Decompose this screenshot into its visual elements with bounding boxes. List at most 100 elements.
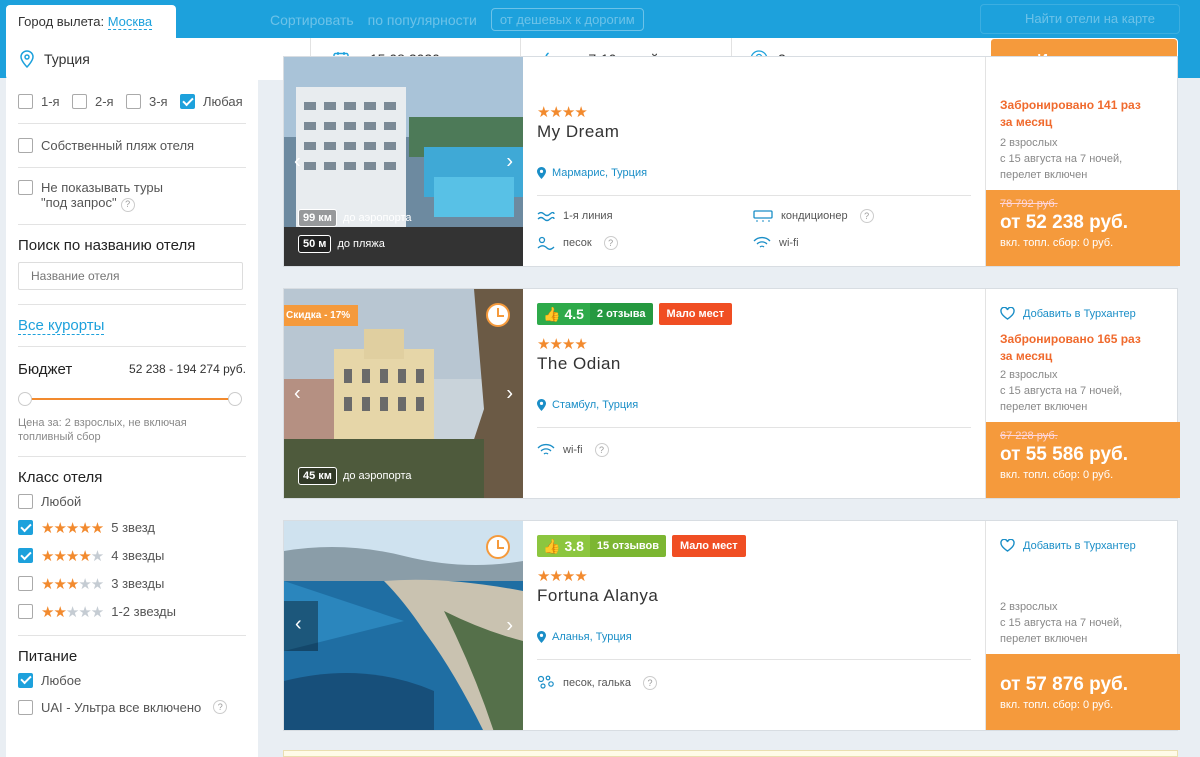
sort-order-option[interactable]: от дешевых к дорогим: [490, 8, 644, 31]
checkbox[interactable]: [18, 493, 33, 509]
hotel-location[interactable]: Мармарис, Турция: [537, 167, 647, 179]
help-icon[interactable]: ?: [859, 209, 874, 223]
food-any-option[interactable]: Любое: [18, 672, 246, 688]
budget-slider[interactable]: [18, 391, 246, 406]
hotel-name-input[interactable]: [18, 261, 243, 290]
travel-dates: с 15 августа на 7 ночей,: [1000, 153, 1123, 165]
all-resorts-link[interactable]: Все курорты: [18, 316, 105, 335]
hotel-name[interactable]: The Odian: [537, 354, 621, 374]
hotel-card[interactable]: ‹ › 99 км до аэропорта 50 м до пляжа ★★★★ …: [283, 56, 1180, 267]
no-request-filter[interactable]: Не показывать туры "под запрос"?: [18, 180, 246, 212]
line-option-any[interactable]: Любая: [180, 94, 243, 109]
line-option-2[interactable]: 2-я: [72, 94, 126, 109]
prev-photo-arrow[interactable]: ‹: [284, 601, 318, 651]
rating-score: 3.8: [564, 538, 584, 554]
slider-min-handle[interactable]: [18, 391, 32, 406]
hotel-name[interactable]: Fortuna Alanya: [537, 586, 658, 606]
class-4-option[interactable]: ★★★★★ 4 звезды: [18, 547, 246, 565]
class-5-label: 5 звезд: [111, 520, 156, 535]
checkbox[interactable]: [18, 138, 33, 153]
help-icon[interactable]: ?: [642, 676, 657, 690]
travel-flight: перелет включен: [1000, 169, 1088, 181]
checkbox[interactable]: [72, 94, 87, 109]
few-places-badge: Мало мест: [658, 303, 733, 325]
line-option-label: 3-я: [149, 94, 168, 109]
class-any-option[interactable]: Любой: [18, 493, 246, 509]
stars-icon: ★★★★★: [41, 603, 104, 621]
stars-icon: ★★★★★: [41, 547, 104, 565]
food-title: Питание: [18, 647, 78, 665]
budget-note-line1: Цена за: 2 взрослых, не включая: [18, 416, 187, 429]
air-conditioner-icon: [753, 210, 773, 222]
class-12-option[interactable]: ★★★★★ 1-2 звезды: [18, 603, 246, 621]
help-icon[interactable]: ?: [120, 197, 135, 212]
location-pin-icon: [20, 50, 34, 68]
hotel-search-title: Поиск по названию отеля: [18, 236, 196, 254]
next-photo-arrow[interactable]: ›: [506, 382, 513, 405]
next-photo-arrow[interactable]: ›: [506, 614, 513, 637]
price-button[interactable]: 67 228 руб. от 55 586 руб. вкл. топл. сб…: [986, 422, 1180, 498]
food-uai-option[interactable]: UAI - Ультра все включено?: [18, 699, 246, 715]
travel-guests: 2 взрослых: [1000, 601, 1058, 613]
hotel-photo[interactable]: Скидка - 17% ‹ › 45 км до аэропорта: [284, 289, 523, 498]
airport-distance: 45 км до аэропорта: [298, 467, 411, 485]
hotel-photo[interactable]: ‹ › 99 км до аэропорта 50 м до пляжа: [284, 57, 523, 266]
checkbox[interactable]: [18, 699, 33, 715]
few-places-badge: Мало мест: [672, 535, 746, 557]
hotel-card[interactable]: Скидка - 17% ‹ › 45 км до аэропорта 👍 4.5 …: [283, 288, 1180, 499]
price-button[interactable]: от 57 876 руб. вкл. топл. сбор: 0 руб.: [986, 654, 1180, 730]
hotel-stars-icon: ★★★★: [537, 568, 588, 585]
hotel-info: 👍 3.8 15 отзывов Мало мест ★★★★ Fortuna A…: [523, 521, 985, 730]
hotel-info: 👍 4.5 2 отзыва Мало мест ★★★★ The Odian С…: [523, 289, 985, 498]
add-to-favorites-label: Добавить в Турхантер: [1023, 539, 1136, 552]
checkbox[interactable]: [126, 94, 141, 109]
food-uai-label: UAI - Ультра все включено: [41, 699, 202, 715]
hotel-location[interactable]: Стамбул, Турция: [537, 399, 638, 411]
checkbox[interactable]: [18, 94, 33, 109]
rating-badge[interactable]: 👍 4.5 2 отзыва: [537, 303, 653, 325]
map-search-label: Найти отели на карте: [1025, 11, 1155, 26]
rating-badge[interactable]: 👍 3.8 15 отзывов: [537, 535, 666, 557]
line-option-1[interactable]: 1-я: [18, 94, 72, 109]
checkbox[interactable]: [18, 180, 33, 195]
next-photo-arrow[interactable]: ›: [506, 150, 513, 173]
departure-city[interactable]: Город вылета: Москва: [6, 5, 176, 39]
checkbox-checked[interactable]: [18, 520, 33, 535]
map-search-button[interactable]: Найти отели на карте: [980, 4, 1180, 34]
heart-icon: [1000, 539, 1015, 552]
divider: [537, 195, 971, 196]
wifi-icon: [537, 443, 555, 455]
prev-photo-arrow[interactable]: ‹: [294, 382, 301, 405]
help-icon[interactable]: ?: [603, 236, 618, 250]
checkbox[interactable]: [18, 604, 33, 619]
fuel-fee: вкл. топл. сбор: 0 руб.: [1000, 237, 1114, 249]
price-button[interactable]: 78 792 руб. от 52 238 руб. вкл. топл. сб…: [986, 190, 1180, 266]
checkbox[interactable]: [18, 576, 33, 591]
prev-photo-arrow[interactable]: ‹: [294, 150, 301, 173]
checkbox-checked[interactable]: [18, 548, 33, 563]
slider-max-handle[interactable]: [228, 391, 242, 406]
checkbox-checked[interactable]: [180, 94, 195, 109]
beach-icon: [537, 236, 555, 250]
heart-icon: [1000, 307, 1015, 320]
class-3-option[interactable]: ★★★★★ 3 звезды: [18, 575, 246, 593]
own-beach-filter[interactable]: Собственный пляж отеля: [18, 138, 246, 153]
destination-field[interactable]: Турция: [6, 38, 311, 80]
checkbox-checked[interactable]: [18, 672, 33, 688]
class-5-option[interactable]: ★★★★★ 5 звезд: [18, 519, 246, 537]
departure-city-link[interactable]: Москва: [107, 14, 153, 30]
amenity-label: 1-я линия: [563, 210, 613, 222]
hotel-card[interactable]: ‹ › 👍 3.8 15 отзывов Мало мест ★★★★ Fortu…: [283, 520, 1180, 731]
line-option-3[interactable]: 3-я: [126, 94, 180, 109]
hotel-stars-icon: ★★★★: [537, 336, 588, 353]
help-icon[interactable]: ?: [594, 443, 609, 457]
line-option-label: Любая: [203, 94, 243, 109]
hotel-photo[interactable]: ‹ ›: [284, 521, 523, 730]
add-to-favorites[interactable]: Добавить в Турхантер: [1000, 307, 1136, 320]
hotel-location[interactable]: Аланья, Турция: [537, 631, 632, 643]
hotel-name[interactable]: My Dream: [537, 122, 619, 142]
rating-row: 👍 3.8 15 отзывов Мало мест: [537, 535, 746, 557]
help-icon[interactable]: ?: [213, 700, 228, 714]
add-to-favorites[interactable]: Добавить в Турхантер: [1000, 539, 1136, 552]
sort-by-option[interactable]: по популярности: [368, 12, 477, 28]
